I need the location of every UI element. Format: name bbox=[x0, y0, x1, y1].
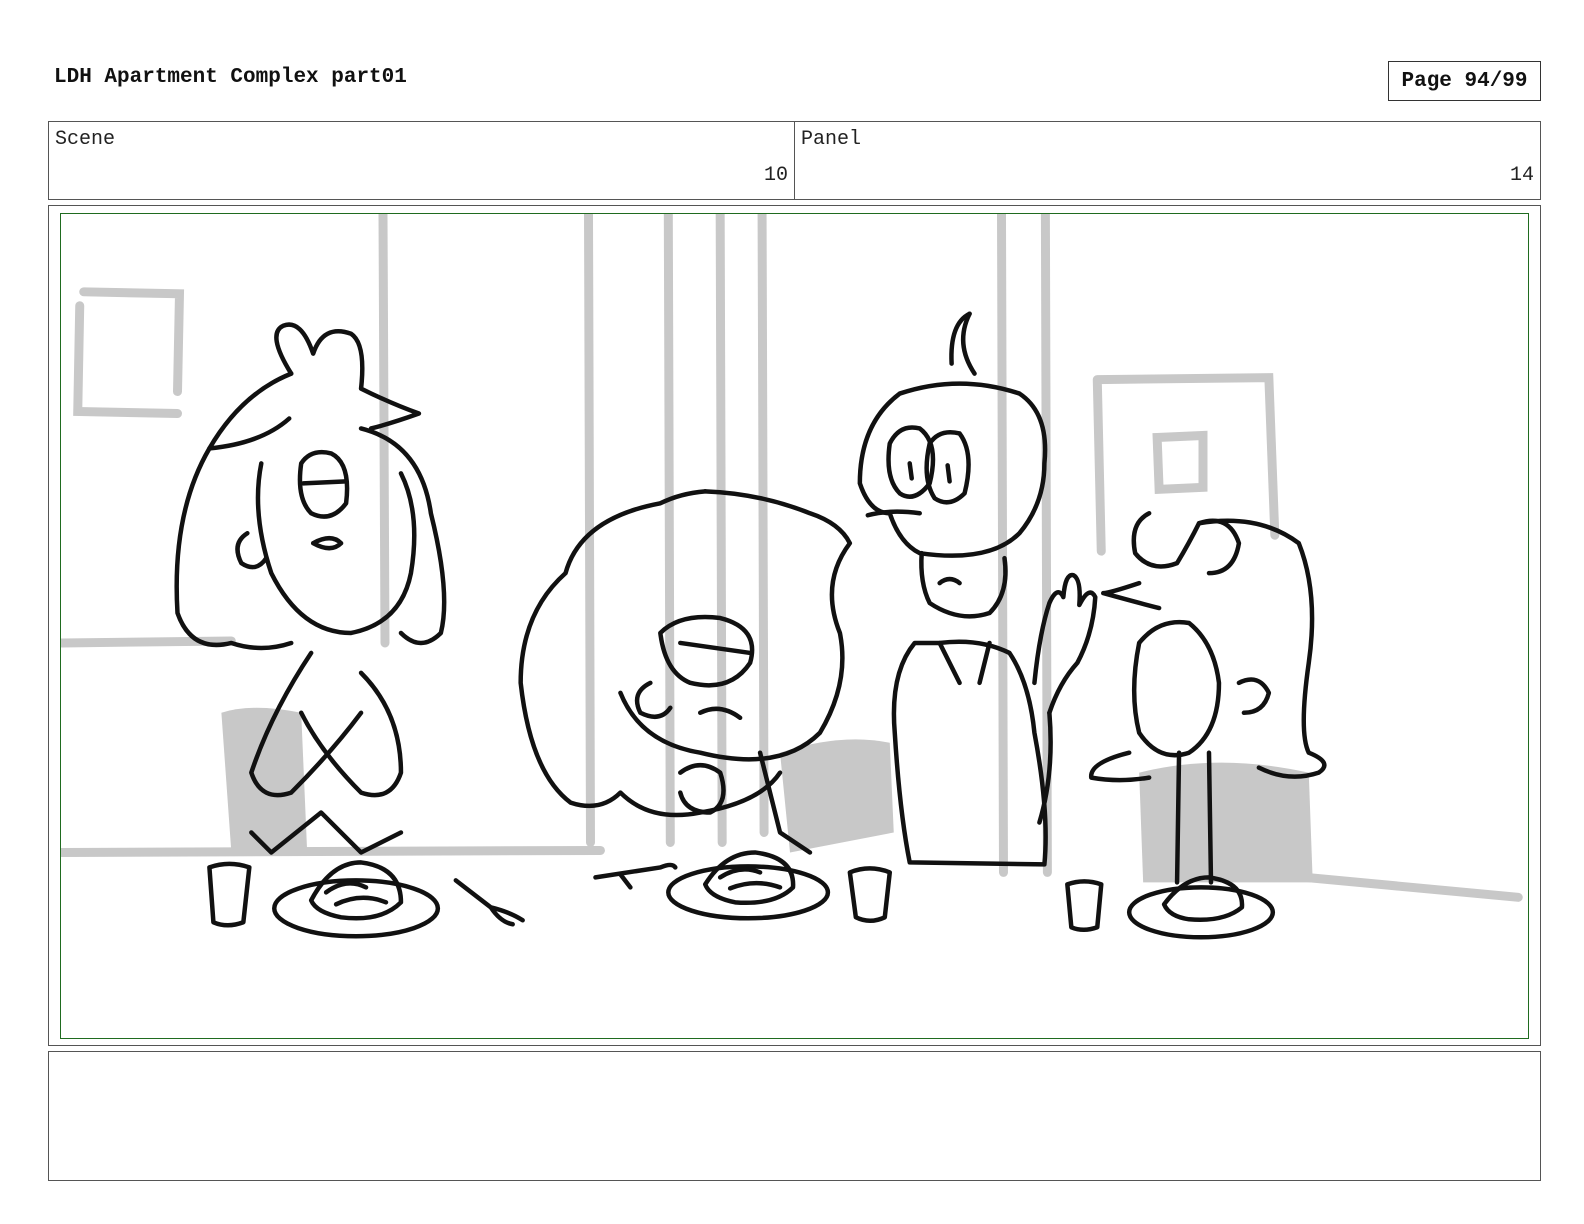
scene-cell: Scene 10 bbox=[49, 122, 794, 199]
storyboard-drawing-area bbox=[60, 213, 1529, 1039]
scene-label: Scene bbox=[55, 128, 116, 151]
storyboard-panel-frame bbox=[48, 205, 1541, 1046]
panel-notes-box bbox=[48, 1051, 1541, 1181]
panel-label: Panel bbox=[801, 128, 862, 151]
document-title: LDH Apartment Complex part01 bbox=[54, 66, 407, 89]
panel-number: 14 bbox=[1509, 164, 1534, 187]
panel-cell: Panel 14 bbox=[794, 122, 1540, 199]
scene-number: 10 bbox=[763, 164, 788, 187]
page-number-box: Page 94/99 bbox=[1388, 61, 1541, 101]
scene-panel-info-row: Scene 10 Panel 14 bbox=[48, 121, 1541, 200]
page-number: Page 94/99 bbox=[1401, 69, 1528, 93]
storyboard-sketch bbox=[61, 214, 1523, 940]
